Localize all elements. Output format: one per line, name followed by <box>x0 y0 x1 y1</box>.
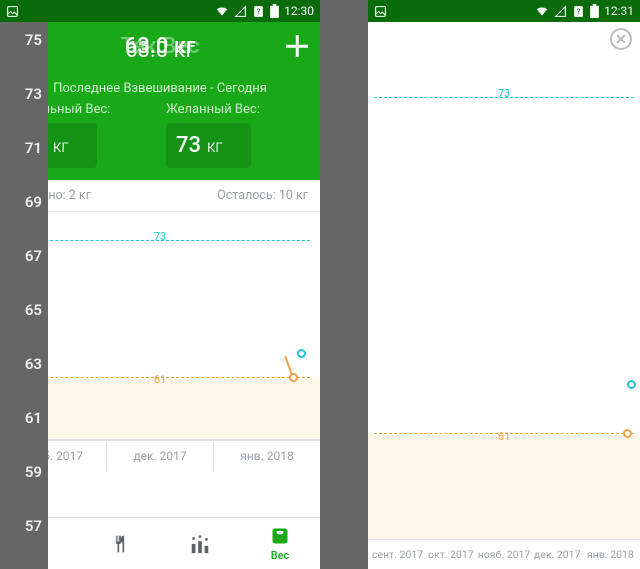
stats-icon <box>189 533 211 555</box>
fork-knife-icon <box>109 533 131 555</box>
nav-food[interactable] <box>109 533 131 555</box>
target-weight-label: Желанный Вес: <box>166 102 308 117</box>
chart-x-axis: нояб. 2017 дек. 2017 янв. 2018 <box>0 440 320 471</box>
target-weight-block: Желанный Вес: 73 КГ <box>166 102 308 168</box>
x-tick: янв. 2018 <box>214 441 320 471</box>
detail-y-axis: 75737169676563615957 <box>320 0 368 569</box>
nav-stats[interactable] <box>189 533 211 555</box>
status-time: 12:31 <box>604 4 634 18</box>
x-tick: дек. 2017 <box>107 441 214 471</box>
status-bar: ? 12:30 <box>0 0 320 22</box>
x-tick: янв. 2018 <box>584 548 637 561</box>
y-tick: 73 <box>25 85 42 103</box>
y-tick: 57 <box>25 517 42 535</box>
image-icon <box>6 5 19 18</box>
bottom-nav: Вес <box>0 517 320 569</box>
wifi-icon <box>215 4 229 18</box>
add-button[interactable] <box>286 35 308 57</box>
screen-weight-overview: ? 12:30 Тек Вес 63.0 кг 63.0 кг <box>0 0 320 569</box>
data-point-63 <box>627 380 636 389</box>
y-tick: 59 <box>25 463 42 481</box>
progress-stats: Набрано: 2 кг Осталось: 10 кг <box>0 180 320 212</box>
signal-icon <box>234 5 247 18</box>
signal-icon <box>554 5 567 18</box>
target-weight-pill[interactable]: 73 КГ <box>166 123 251 168</box>
scale-icon <box>269 525 291 547</box>
wifi-icon <box>535 4 549 18</box>
nav-weight-label: Вес <box>271 549 290 562</box>
current-weight-title: Тек Вес 63.0 кг <box>34 34 286 59</box>
x-tick: нояб. 2017 <box>477 548 530 561</box>
status-time: 12:30 <box>284 4 314 18</box>
target-line-label: 73 <box>498 87 510 100</box>
weight-header: Тек Вес 63.0 кг 63.0 кг Последнее Взвеши… <box>0 22 320 180</box>
screen-weight-detail: ? 12:31 73 61 сент. 2017 окт. 2017 нояб.… <box>368 0 640 569</box>
x-tick: окт. 2017 <box>424 548 477 561</box>
status-bar: ? 12:31 <box>368 0 640 22</box>
svg-text:?: ? <box>577 7 581 16</box>
y-tick: 63 <box>25 355 42 373</box>
data-point-61 <box>289 373 298 382</box>
remaining-text: Осталось: 10 кг <box>217 188 308 203</box>
weight-trend-chart[interactable]: 73 61 <box>0 212 320 440</box>
image-icon <box>374 5 387 18</box>
y-tick: 65 <box>25 301 42 319</box>
battery-icon <box>590 4 599 18</box>
target-line-label: 73 <box>154 230 166 243</box>
x-tick: сент. 2017 <box>371 548 424 561</box>
start-line-label: 61 <box>154 373 166 386</box>
svg-text:?: ? <box>257 7 261 16</box>
weight-detail-chart[interactable]: 73 61 <box>368 22 640 539</box>
y-tick: 75 <box>25 31 42 49</box>
detail-x-axis: сент. 2017 окт. 2017 нояб. 2017 дек. 201… <box>368 539 640 569</box>
battery-icon <box>270 4 279 18</box>
start-line-label: 61 <box>498 430 510 443</box>
y-tick: 67 <box>25 247 42 265</box>
last-weigh-in: Последнее Взвешивание - Сегодня <box>0 81 320 96</box>
help-icon: ? <box>572 5 585 18</box>
close-button[interactable] <box>610 28 632 50</box>
y-tick: 69 <box>25 193 42 211</box>
x-tick: дек. 2017 <box>531 548 584 561</box>
help-icon: ? <box>252 5 265 18</box>
data-point-61 <box>623 429 632 438</box>
y-tick: 61 <box>25 409 42 427</box>
data-point-63 <box>297 349 306 358</box>
y-tick: 71 <box>25 139 42 157</box>
nav-weight[interactable]: Вес <box>269 525 291 562</box>
